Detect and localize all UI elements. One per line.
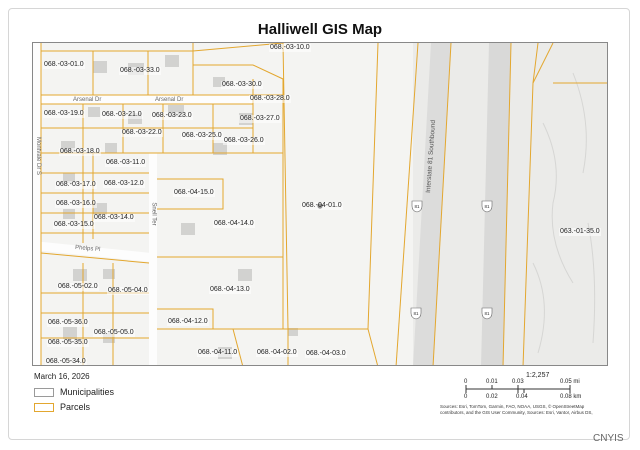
scale-mi-tick: 0.01 — [486, 379, 498, 385]
scale-km-tick: 0.04 — [516, 394, 528, 400]
parcel-label: 068.-03-25.0 — [181, 132, 223, 140]
parcel-label: 068.-04-02.0 — [256, 349, 298, 357]
svg-text:81: 81 — [484, 204, 490, 209]
arsenal-dr-road — [33, 95, 253, 104]
scale-km-tick: 0 — [464, 394, 468, 400]
legend-swatch-municipalities — [34, 388, 54, 397]
parcel-label: 068.-05-35.0 — [47, 339, 89, 347]
map-date: March 16, 2026 — [34, 372, 90, 381]
scale-bar — [465, 385, 571, 393]
parcel-label: 068.-03-10.0 — [269, 44, 311, 52]
legend-label: Parcels — [60, 402, 91, 412]
parcel-label: 068.-03-23.0 — [151, 112, 193, 120]
scale-mi-tick: 0 — [464, 379, 468, 385]
parcel-label: 068.-05-02.0 — [57, 283, 99, 291]
parcel-label: 068.-03-28.0 — [249, 95, 291, 103]
scale-km-tick: 0.08 km — [560, 394, 582, 400]
parcel-label: 068.-05-04.0 — [107, 287, 149, 295]
street-label-montvale-dr: Montvale Dr S — [35, 136, 42, 176]
svg-text:81: 81 — [484, 311, 490, 316]
scale-mi-tick: 0.03 — [512, 379, 524, 385]
parcel-label: 068.-03-30.0 — [221, 81, 263, 89]
parcel-label-selected: 068.-04-01.0 — [301, 202, 343, 210]
svg-text:81: 81 — [414, 204, 420, 209]
parcel-label: 068.-04-03.0 — [305, 350, 347, 358]
parcel-label: 068.-04-14.0 — [213, 220, 255, 228]
parcel-label: 068.-03-16.0 — [55, 200, 97, 208]
parcel-label: 068.-03-17.0 — [55, 181, 97, 189]
parcel-label: 068.-05-36.0 — [47, 319, 89, 327]
parcel-label: 068.-03-14.0 — [93, 214, 135, 222]
street-label-arsenal-dr: Arsenal Dr — [73, 97, 102, 103]
montvale-dr-road — [33, 43, 41, 365]
legend-label: Municipalities — [60, 387, 115, 397]
parcel-label: 068.-03-27.0 — [239, 115, 281, 123]
svg-text:81: 81 — [413, 311, 419, 316]
scale-mi-tick: 0.05 mi — [560, 379, 580, 385]
parcel-label: 068.-03-22.0 — [121, 129, 163, 137]
parcel-label: 068.-04-11.0 — [197, 349, 239, 357]
street-label-arsenal-dr-2: Arsenal Dr — [155, 97, 184, 103]
scale-km-tick: 0.02 — [486, 394, 498, 400]
map-title: Halliwell GIS Map — [257, 21, 383, 38]
parcel-label: 068.-03-26.0 — [223, 137, 265, 145]
scale-ratio: 1:2,257 — [526, 372, 550, 379]
parcel-label: 068.-03-19.0 — [43, 110, 85, 118]
parcel-label: 068.-05-34.0 — [45, 358, 87, 365]
street-label-snell-ter: Snell Ter — [150, 202, 157, 226]
parcel-label: 068.-03-33.0 — [119, 67, 161, 75]
parcel-label: 068.-03-15.0 — [53, 221, 95, 229]
map-attribution: Sources: Esri, TomTom, Garmin, FAO, NOAA… — [440, 404, 593, 415]
legend-swatch-parcels — [34, 403, 54, 412]
parcel-label: 063.-01-35.0 — [559, 228, 601, 236]
parcel-label: 068.-04-13.0 — [209, 286, 251, 294]
parcel-label: 068.-03-21.0 — [101, 111, 143, 119]
parcel-label: 068.-03-18.0 — [59, 148, 101, 156]
parcel-label: 068.-03-12.0 — [103, 180, 145, 188]
watermark: CNYIS — [593, 433, 624, 444]
parcel-label: 068.-04-15.0 — [173, 189, 215, 197]
parcel-label: 068.-04-12.0 — [167, 318, 209, 326]
parcel-label: 068.-03-01.0 — [43, 61, 85, 69]
parcel-label: 068.-05-05.0 — [93, 329, 135, 337]
map-view[interactable]: 81 81 81 81 Interstate 81 Southbound Ars… — [32, 42, 608, 366]
parcel-label: 068.-03-11.0 — [105, 159, 147, 167]
